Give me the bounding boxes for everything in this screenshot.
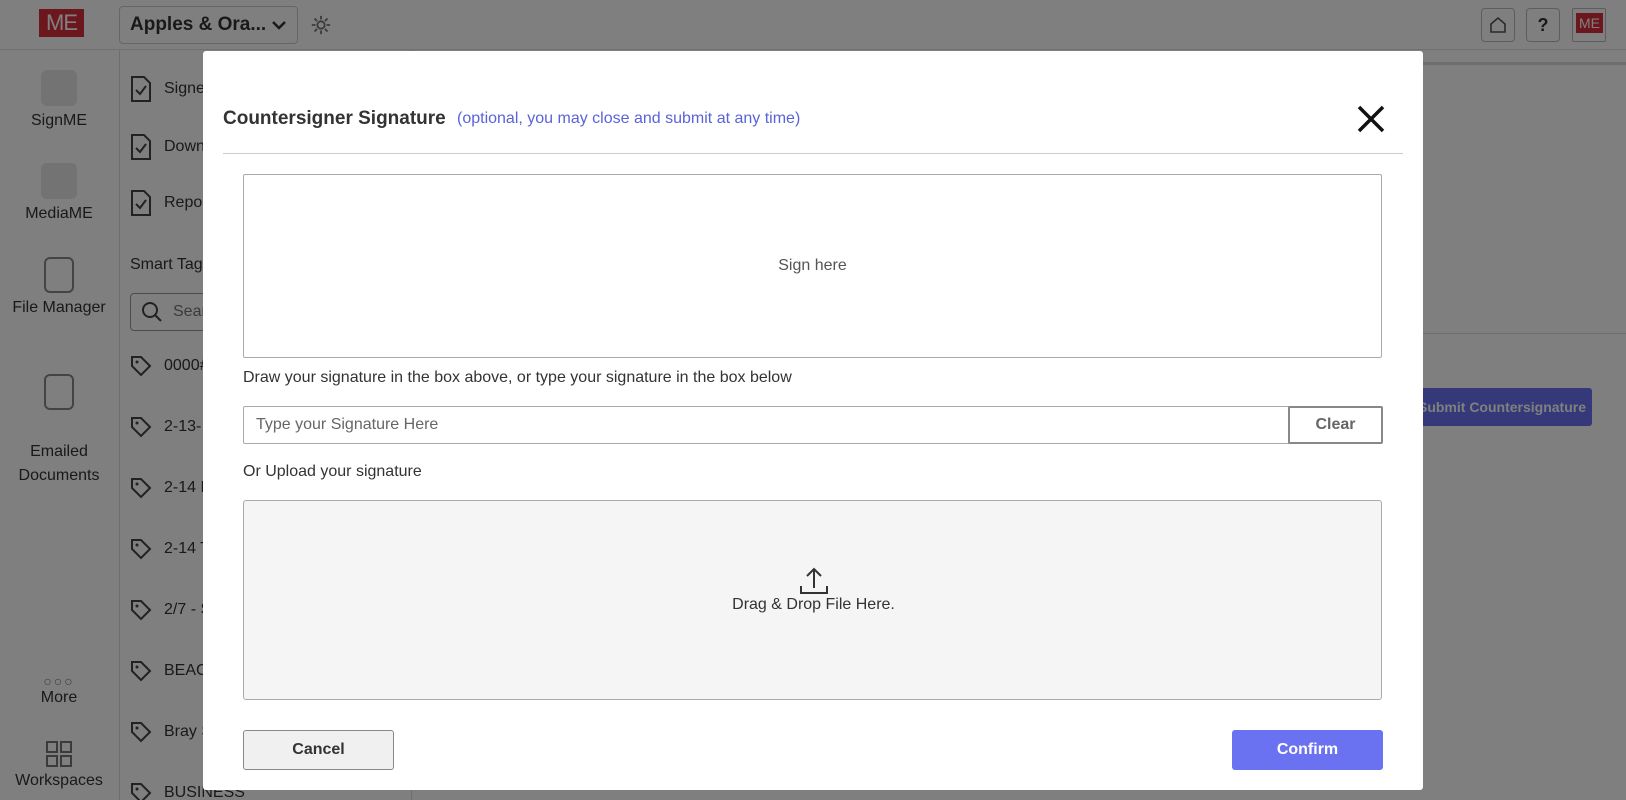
upload-label: Or Upload your signature: [243, 463, 422, 480]
signature-pad[interactable]: Sign here: [243, 174, 1382, 358]
cancel-button[interactable]: Cancel: [243, 730, 394, 770]
upload-icon: [800, 567, 828, 594]
countersigner-signature-modal: Countersigner Signature (optional, you m…: [203, 51, 1423, 790]
modal-header: [223, 51, 1403, 154]
draw-hint: Draw your signature in the box above, or…: [243, 369, 792, 386]
clear-button[interactable]: Clear: [1288, 406, 1383, 444]
modal-title: Countersigner Signature: [223, 108, 446, 129]
dropzone-text: Drag & Drop File Here.: [732, 596, 895, 613]
sign-pad-label: Sign here: [778, 257, 847, 274]
close-icon[interactable]: [1355, 103, 1387, 135]
typed-signature-input[interactable]: [243, 406, 1289, 444]
modal-subtitle: (optional, you may close and submit at a…: [457, 110, 801, 127]
confirm-button[interactable]: Confirm: [1232, 730, 1383, 770]
file-dropzone[interactable]: Drag & Drop File Here.: [243, 500, 1382, 700]
